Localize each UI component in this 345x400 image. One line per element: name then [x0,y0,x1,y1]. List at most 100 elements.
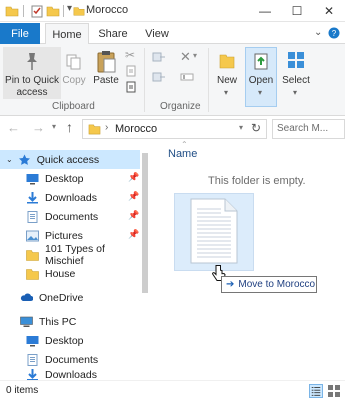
copy-button[interactable]: Copy [62,47,86,99]
forward-arrow-icon[interactable]: → [32,120,45,135]
pin-icon[interactable]: 📌 [128,172,139,183]
svg-text:?: ? [332,29,337,38]
title-bar: ▾ Morocco — ☐ ✕ [0,0,345,22]
pin-label-line2: access [16,87,48,98]
star-icon [18,154,30,165]
large-icons-view-icon[interactable] [327,384,341,398]
sidebar-item-label: 101 Types of Mischief [45,242,105,267]
drag-preview [174,193,254,271]
new-folder-icon[interactable] [46,4,60,18]
divider [23,5,24,17]
sidebar-item-pc-downloads[interactable]: Downloads [0,369,140,380]
folder-icon [26,249,39,261]
organize-group-label: Organize [160,101,201,112]
tab-share[interactable]: Share [96,23,130,44]
sidebar-item-quick-access[interactable]: ⌄ Quick access [0,150,140,169]
delete-icon[interactable]: ✕ [180,49,191,65]
sidebar-item-documents[interactable]: Documents [0,207,140,226]
sidebar-item-pc-documents[interactable]: Documents [0,350,140,369]
search-input[interactable]: Search M... [272,119,345,139]
recent-locations-icon[interactable]: ▾ [52,122,56,131]
customize-qat-icon[interactable]: ▾ [67,3,72,14]
sidebar-item-label: Quick access [36,153,100,166]
sidebar-item-this-pc[interactable]: This PC [0,312,140,331]
pin-to-quick-access-button[interactable]: Pin to Quick access [3,47,61,99]
sidebar-item-downloads[interactable]: Downloads [0,188,140,207]
copy-to-icon[interactable] [152,70,166,84]
copy-label: Copy [62,75,86,86]
ribbon: Pin to Quick access Copy Paste ✂ Clipboa… [0,44,345,116]
group-separator [144,48,145,112]
sidebar-item-pc-desktop[interactable]: Desktop [0,331,140,350]
paste-shortcut-icon[interactable] [125,81,137,93]
maximize-button[interactable]: ☐ [281,0,313,22]
copy-path-icon[interactable] [125,65,137,77]
rename-icon[interactable] [180,70,194,84]
download-icon [27,369,38,380]
sidebar-item-label: Desktop [45,172,84,185]
window-title: Morocco [86,4,129,16]
new-item-icon [219,54,235,69]
open-button[interactable]: Open ▾ [245,47,277,107]
sidebar-item-label: Documents [45,353,99,366]
refresh-icon[interactable]: ↻ [251,121,261,135]
document-icon [190,198,238,264]
move-to-icon[interactable] [152,50,166,64]
chevron-down-icon[interactable]: ▾ [239,123,243,132]
sidebar-item-onedrive[interactable]: OneDrive [0,288,140,307]
column-header-name[interactable]: Name [168,148,197,160]
close-button[interactable]: ✕ [313,0,345,22]
sidebar-item-label: Downloads [45,369,97,380]
move-arrow-icon: ➔ [226,279,235,290]
sidebar-item-label: Pictures [45,229,83,242]
scrollbar-thumb[interactable] [142,153,148,293]
paste-button[interactable]: Paste [90,47,122,99]
select-icon [288,52,304,68]
computer-icon [20,316,33,327]
cut-icon[interactable]: ✂ [125,48,135,62]
sidebar-item-label: This PC [39,315,77,328]
chevron-down-icon[interactable]: ⌄ [6,155,13,164]
tab-home[interactable]: Home [45,23,89,45]
chevron-right-icon: › [105,122,109,133]
properties-icon[interactable] [30,4,44,18]
sidebar-item-label: Documents [45,210,99,223]
tab-view[interactable]: View [140,23,174,44]
pin-icon[interactable]: 📌 [128,210,139,221]
pin-label-line1: Pin to Quick [5,75,59,86]
chevron-down-icon: ▾ [258,88,263,97]
chevron-down-icon[interactable]: ▾ [193,51,197,60]
pin-icon[interactable]: 📌 [128,191,139,202]
help-icon[interactable]: ? [328,27,340,39]
new-folder-button[interactable]: New ▾ [212,47,242,99]
select-button[interactable]: Select ▾ [280,47,312,99]
sidebar-item-101-types-of-mischief[interactable]: 101 Types of Mischief [0,242,140,267]
sidebar-item-label: Downloads [45,191,97,204]
item-count: 0 items [6,385,39,396]
new-label: New [216,75,237,86]
drag-tooltip: ➔ Move to Morocco [221,276,317,293]
chevron-down-icon[interactable]: ⌄ [314,27,322,38]
group-separator [208,48,209,112]
details-view-icon[interactable] [309,384,323,398]
sidebar-item-label: House [45,267,76,280]
drag-tooltip-text: Move to Morocco [238,279,316,290]
copy-icon [66,54,81,70]
pin-icon[interactable]: 📌 [128,229,139,240]
folder-icon [88,124,101,135]
pin-icon [27,53,37,70]
documents-icon [27,353,38,366]
sidebar-item-desktop[interactable]: Desktop [0,169,140,188]
chevron-down-icon: ▾ [224,88,229,97]
download-icon [27,191,38,203]
sidebar-item-house[interactable]: House [0,264,140,283]
tab-file[interactable]: File [0,23,40,44]
open-label: Open [248,75,274,86]
navigation-bar: ← → ▾ ↑ › Morocco ▾ ↻ Search M... [0,118,345,140]
minimize-button[interactable]: — [249,0,281,22]
address-bar[interactable]: › Morocco ▾ ↻ [82,119,267,139]
address-text: Morocco [115,123,158,135]
back-arrow-icon[interactable]: ← [7,120,20,135]
folder-icon[interactable] [5,4,19,18]
up-arrow-icon[interactable]: ↑ [66,119,73,135]
